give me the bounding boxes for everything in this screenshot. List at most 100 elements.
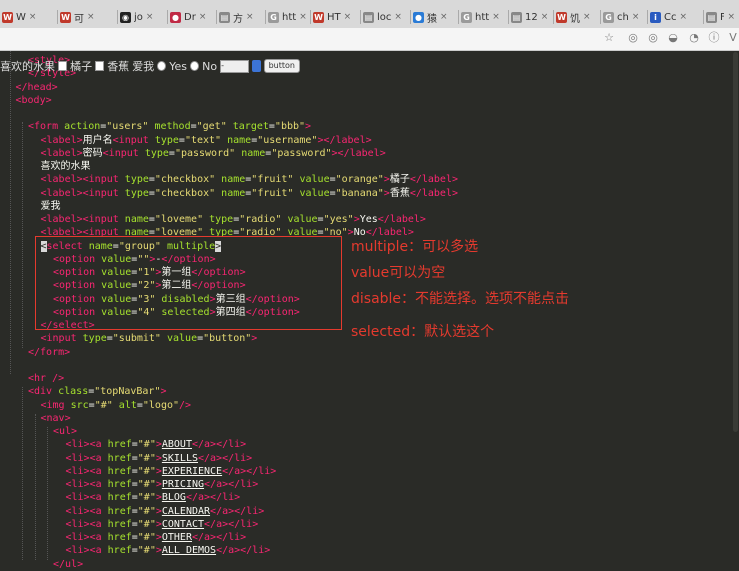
- star-icon[interactable]: ☆: [603, 32, 615, 44]
- browser-tab[interactable]: ▤ 方 ×: [219, 8, 264, 26]
- code-token: name: [124, 214, 149, 225]
- code-token: "#": [137, 479, 156, 490]
- code-token: EXPERIENCE: [161, 465, 223, 477]
- code-token: <label>: [40, 134, 83, 146]
- w-tab-icon: W: [556, 11, 567, 23]
- yes-radio[interactable]: [157, 61, 167, 71]
- code-token: href: [107, 505, 132, 517]
- v-icon[interactable]: V: [727, 32, 739, 44]
- code-line: <label><input name="loveme" type="radio"…: [41, 213, 426, 226]
- browser-tab[interactable]: i Cc ×: [650, 8, 702, 26]
- browser-tab-label: Dr: [184, 11, 196, 23]
- browser-tab[interactable]: ● Dr ×: [170, 8, 215, 26]
- browser-tab-label: HT: [327, 11, 341, 23]
- tab-separator: [360, 10, 361, 24]
- code-token: "checkbox": [154, 174, 216, 186]
- code-token: CALENDAR: [161, 505, 211, 517]
- close-tab-icon[interactable]: ×: [299, 12, 307, 22]
- browser-tab[interactable]: W 饥 ×: [556, 8, 599, 26]
- code-token: <label>: [40, 147, 83, 159]
- browser-tab[interactable]: ▤F×: [706, 8, 735, 26]
- browser-tab[interactable]: ◉ jo ×: [120, 8, 166, 26]
- banana-checkbox[interactable]: [95, 61, 105, 71]
- code-token: alt: [118, 399, 137, 411]
- code-token: "yes": [323, 214, 354, 225]
- browser-tab-label: jo: [134, 11, 143, 23]
- code-token: "#": [137, 518, 156, 530]
- tab-separator: [647, 10, 648, 24]
- code-token: "#": [137, 439, 156, 451]
- code-token: href: [107, 479, 132, 490]
- close-tab-icon[interactable]: ×: [246, 12, 254, 22]
- indent-guide: [34, 413, 36, 560]
- code-token: </a></li>: [191, 439, 247, 451]
- close-tab-icon[interactable]: ×: [583, 12, 591, 22]
- code-token: "submit": [112, 333, 161, 345]
- close-tab-icon[interactable]: ×: [394, 12, 402, 22]
- no-radio[interactable]: [190, 61, 200, 71]
- browser-tab-label: loc: [377, 11, 392, 23]
- browser-tab[interactable]: Ghtt ×: [461, 8, 507, 26]
- browser-tab[interactable]: ● 猿 ×: [413, 8, 457, 26]
- close-tab-icon[interactable]: ×: [146, 12, 154, 22]
- code-token: PRICING: [161, 479, 205, 490]
- group-select[interactable]: -: [220, 59, 249, 73]
- info-icon[interactable]: ⓘ: [708, 32, 720, 44]
- submit-button[interactable]: button: [263, 59, 300, 73]
- annotation-selected: selected：默认选这个: [351, 324, 495, 340]
- code-token: type: [144, 147, 169, 159]
- browser-tab[interactable]: ▤ 12 ×: [511, 8, 552, 26]
- code-token: <nav>: [40, 412, 71, 424]
- browser-tab[interactable]: Gch ×: [603, 8, 646, 26]
- browser-tab[interactable]: W W ×: [2, 8, 56, 26]
- browser-tab[interactable]: W 可 ×: [60, 8, 116, 26]
- shield-icon[interactable]: ◔: [688, 32, 700, 44]
- code-token: href: [107, 439, 132, 451]
- close-tab-icon[interactable]: ×: [541, 12, 549, 22]
- code-token: "username": [257, 134, 318, 146]
- annotation-disable: disable：不能选择。选项不能点击: [351, 291, 570, 307]
- close-tab-icon[interactable]: ×: [440, 12, 448, 22]
- code-token: <label><input: [40, 214, 125, 225]
- code-token: <label><input: [40, 174, 125, 186]
- annotation-value: value可以为空: [351, 265, 446, 281]
- code-token: "orange": [335, 174, 384, 186]
- code-token: <li><a: [65, 532, 108, 543]
- code-token: <hr />: [28, 373, 65, 384]
- close-tab-icon[interactable]: ×: [727, 12, 735, 22]
- code-line: <li><a href="#">SKILLS</a></li>: [66, 452, 253, 465]
- select-stepper-icon[interactable]: [251, 60, 261, 72]
- code-token: ALL DEMOS: [161, 545, 217, 557]
- extension-icon[interactable]: ◎: [647, 32, 659, 44]
- close-tab-icon[interactable]: ×: [87, 12, 95, 22]
- code-line: <li><a href="#">EXPERIENCE</a></li>: [66, 465, 277, 478]
- pocket-icon[interactable]: ◒: [667, 32, 679, 44]
- close-tab-icon[interactable]: ×: [344, 12, 352, 22]
- tab-separator: [410, 10, 411, 24]
- browser-tab-label: 猿: [427, 13, 437, 25]
- extension-icon[interactable]: ◎: [627, 32, 639, 44]
- page-icon: ▤: [363, 11, 374, 23]
- code-token: href: [107, 452, 132, 464]
- code-token: "#": [137, 492, 156, 504]
- w-tab-icon: W: [60, 11, 71, 23]
- scrollbar-thumb[interactable]: [733, 52, 738, 432]
- browser-tab[interactable]: W HT ×: [313, 8, 359, 26]
- close-tab-icon[interactable]: ×: [632, 12, 640, 22]
- browser-tab[interactable]: Ghtt ×: [268, 8, 309, 26]
- code-token: <input: [102, 147, 145, 159]
- code-token: </label>: [409, 174, 458, 186]
- browser-tab[interactable]: ▤ loc ×: [363, 8, 409, 26]
- close-tab-icon[interactable]: ×: [29, 12, 37, 22]
- editor-scrollbar[interactable]: [732, 52, 739, 568]
- orange-checkbox[interactable]: [58, 61, 68, 71]
- page-icon: ▤: [219, 11, 230, 23]
- close-tab-icon[interactable]: ×: [679, 12, 687, 22]
- close-tab-icon[interactable]: ×: [199, 12, 207, 22]
- preview-no-label: No: [202, 59, 218, 73]
- code-line: <hr />: [28, 372, 64, 385]
- close-tab-icon[interactable]: ×: [492, 12, 500, 22]
- preview-love-label: 爱我: [132, 60, 155, 73]
- code-token: type: [154, 134, 179, 146]
- code-token: SKILLS: [161, 452, 198, 464]
